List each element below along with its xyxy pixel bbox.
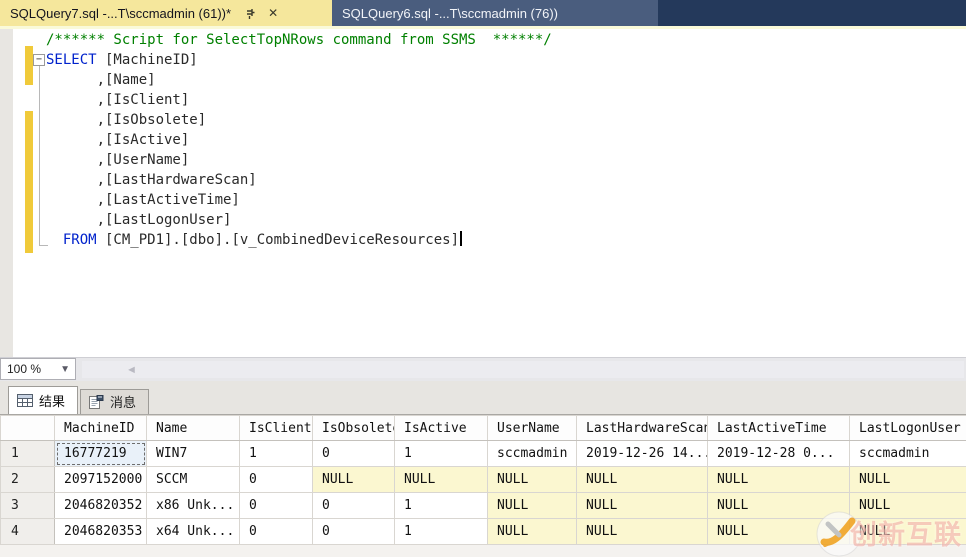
grid-cell[interactable]: 0 [239, 518, 313, 545]
grid-cell[interactable]: NULL [576, 518, 708, 545]
tab-sqlquery6[interactable]: SQLQuery6.sql -...T\sccmadmin (76)) [332, 0, 658, 26]
grid-cell[interactable]: 0 [312, 492, 395, 519]
grid-cell[interactable]: 1 [394, 440, 488, 467]
horizontal-scrollbar[interactable]: ◄ [82, 361, 964, 378]
grid-cell[interactable]: 1 [239, 440, 313, 467]
grid-icon [17, 393, 33, 407]
grid-cell[interactable]: NULL [576, 492, 708, 519]
grid-cell-selected[interactable]: 16777219 [54, 440, 147, 467]
grid-cell[interactable]: 2019-12-28 0... [707, 440, 850, 467]
grid-cell[interactable]: NULL [707, 492, 850, 519]
grid-cell[interactable]: 1 [394, 492, 488, 519]
grid-cell[interactable]: 0 [312, 518, 395, 545]
sql-column: ,[Name] [46, 72, 156, 88]
column-header[interactable]: LastHardwareScan [576, 415, 708, 441]
row-number[interactable]: 4 [0, 518, 55, 545]
grid-cell[interactable]: NULL [487, 492, 577, 519]
grid-header-row: MachineID Name IsClient IsObsolete IsAct… [0, 415, 966, 441]
text-cursor [460, 231, 462, 246]
grid-cell[interactable]: NULL [849, 518, 966, 545]
messages-tab-label: 消息 [110, 395, 137, 410]
tab-results[interactable]: 结果 [8, 386, 79, 414]
results-grid-pane: MachineID Name IsClient IsObsolete IsAct… [0, 414, 966, 557]
row-number[interactable]: 3 [0, 492, 55, 519]
sql-keyword-from: FROM [62, 232, 97, 248]
grid-cell[interactable]: NULL [707, 518, 850, 545]
column-header[interactable]: LastLogonUser [849, 415, 966, 441]
document-tab-bar: SQLQuery7.sql -...T\sccmadmin (61))* ✕ S… [0, 0, 966, 26]
change-tracking-bar [25, 46, 33, 85]
column-header[interactable]: LastActiveTime [707, 415, 850, 441]
collapse-region-icon[interactable]: − [33, 54, 45, 66]
tab-messages[interactable]: 消息 [80, 389, 150, 414]
column-header[interactable]: IsActive [394, 415, 488, 441]
grid-cell[interactable]: 2046820353 [54, 518, 147, 545]
row-number[interactable]: 1 [0, 440, 55, 467]
sql-table-ref: [CM_PD1].[dbo].[v_CombinedDeviceResource… [96, 232, 460, 248]
sql-column: ,[IsActive] [46, 132, 190, 148]
tab-label: SQLQuery6.sql -...T\sccmadmin (76)) [342, 5, 558, 21]
grid-cell[interactable]: NULL [487, 518, 577, 545]
grid-cell[interactable]: NULL [849, 466, 966, 493]
grid-cell[interactable]: NULL [707, 466, 850, 493]
sql-column: ,[LastLogonUser] [46, 212, 232, 228]
sql-code[interactable]: /****** Script for SelectTopNRows comman… [46, 30, 552, 250]
scroll-left-icon[interactable]: ◄ [82, 364, 137, 376]
editor-bottom-strip: 100 % ▼ ◄ [0, 357, 966, 381]
chevron-down-icon[interactable]: ▼ [55, 364, 75, 375]
grid-cell[interactable]: 2097152000 [54, 466, 147, 493]
sql-column: ,[IsClient] [46, 92, 190, 108]
grid-cell[interactable]: x86 Unk... [146, 492, 240, 519]
grid-cell[interactable]: sccmadmin [487, 440, 577, 467]
change-tracking-bar [25, 111, 33, 253]
table-row: 2 2097152000 SCCM 0 NULL NULL NULL NULL … [0, 466, 966, 493]
grid-cell[interactable]: 2046820352 [54, 492, 147, 519]
sql-column: ,[LastActiveTime] [46, 192, 240, 208]
outline-guide-line [39, 66, 40, 245]
grid-cell[interactable]: sccmadmin [849, 440, 966, 467]
sql-column: ,[LastHardwareScan] [46, 172, 257, 188]
column-header[interactable]: MachineID [54, 415, 147, 441]
editor-indicator-margin [0, 29, 13, 357]
column-header[interactable]: UserName [487, 415, 577, 441]
sql-column: ,[UserName] [46, 152, 190, 168]
grid-cell[interactable]: 2019-12-26 14... [576, 440, 708, 467]
sql-keyword-select: SELECT [46, 52, 97, 68]
corner-header[interactable] [0, 415, 55, 441]
table-row: 3 2046820352 x86 Unk... 0 0 1 NULL NULL … [0, 492, 966, 519]
grid-cell[interactable]: 1 [394, 518, 488, 545]
table-row: 4 2046820353 x64 Unk... 0 0 1 NULL NULL … [0, 518, 966, 545]
grid-cell[interactable]: WIN7 [146, 440, 240, 467]
results-grid: MachineID Name IsClient IsObsolete IsAct… [0, 415, 966, 545]
table-row: 1 16777219 WIN7 1 0 1 sccmadmin 2019-12-… [0, 440, 966, 467]
sql-comment: /****** Script for SelectTopNRows comman… [46, 32, 552, 48]
sql-editor[interactable]: − /****** Script for SelectTopNRows comm… [0, 29, 966, 357]
grid-cell[interactable]: NULL [487, 466, 577, 493]
grid-cell[interactable]: SCCM [146, 466, 240, 493]
grid-cell[interactable]: 0 [239, 492, 313, 519]
results-tab-strip: 结果 消息 [0, 381, 966, 414]
tab-sqlquery7[interactable]: SQLQuery7.sql -...T\sccmadmin (61))* ✕ [0, 0, 332, 26]
grid-cell[interactable]: NULL [576, 466, 708, 493]
grid-cell[interactable]: 0 [239, 466, 313, 493]
grid-cell[interactable]: NULL [312, 466, 395, 493]
grid-cell[interactable]: 0 [312, 440, 395, 467]
column-header[interactable]: IsObsolete [312, 415, 395, 441]
sql-indent [46, 232, 63, 248]
row-number[interactable]: 2 [0, 466, 55, 493]
sql-column: ,[IsObsolete] [46, 112, 207, 128]
messages-icon [89, 394, 104, 409]
pin-icon[interactable] [245, 7, 256, 19]
tab-label: SQLQuery7.sql -...T\sccmadmin (61))* [10, 5, 232, 21]
close-icon[interactable]: ✕ [268, 6, 278, 20]
sql-column: [MachineID] [96, 52, 198, 68]
grid-cell[interactable]: NULL [394, 466, 488, 493]
column-header[interactable]: Name [146, 415, 240, 441]
results-tab-label: 结果 [39, 393, 66, 409]
grid-cell[interactable]: x64 Unk... [146, 518, 240, 545]
zoom-value: 100 % [7, 362, 42, 376]
column-header[interactable]: IsClient [239, 415, 313, 441]
grid-cell[interactable]: NULL [849, 492, 966, 519]
zoom-dropdown[interactable]: 100 % ▼ [0, 358, 76, 380]
